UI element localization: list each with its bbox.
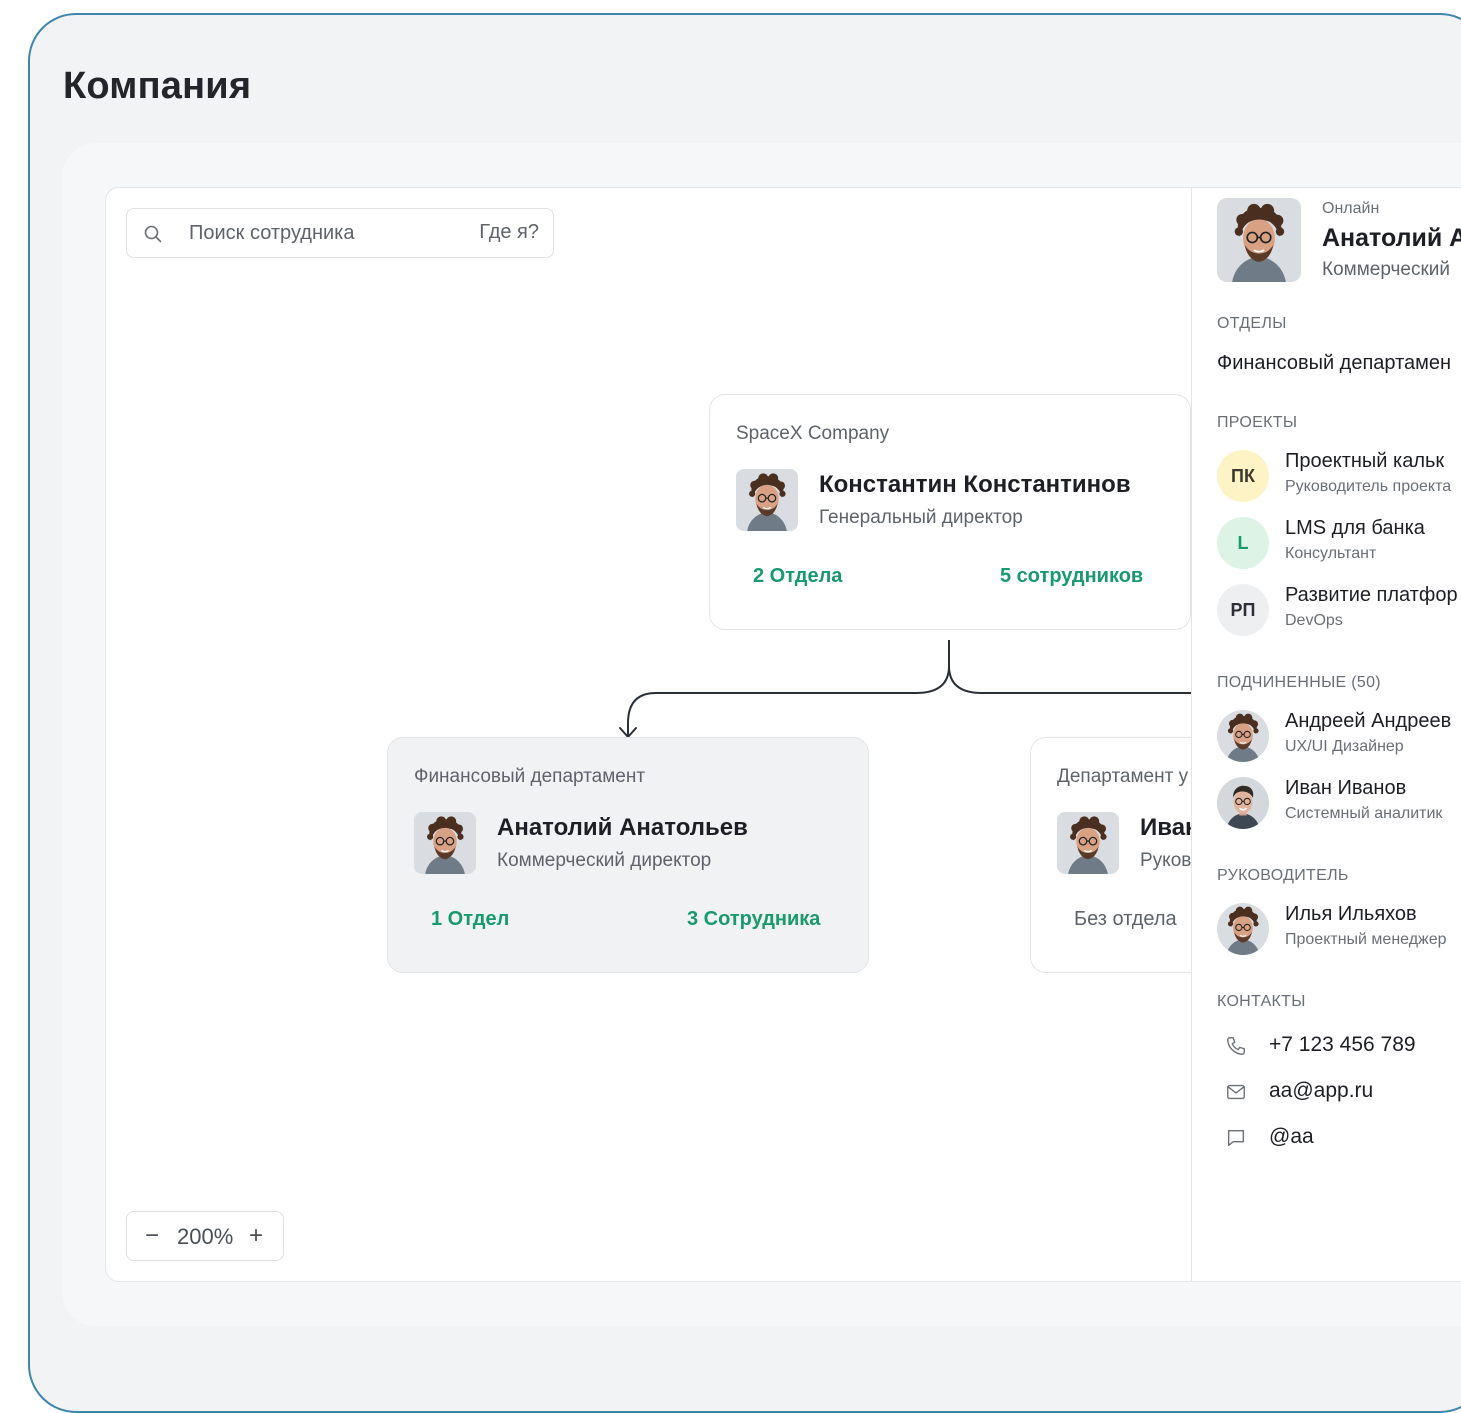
project-badge: ПК (1217, 450, 1269, 502)
project-item[interactable]: L LMS для банка Консультант (1217, 517, 1461, 569)
employees-count-link[interactable]: 5 сотрудников (1000, 565, 1143, 588)
project-title: Развитие платфор (1285, 584, 1458, 606)
employee-details-panel: Онлайн Анатолий А Коммерческий Отделы Фи… (1191, 188, 1461, 1281)
phone-icon (1227, 1037, 1245, 1055)
node-person-role: Генеральный директор (819, 507, 1023, 528)
no-department-label: Без отдела (1074, 908, 1177, 930)
email-address: aa@app.ru (1269, 1079, 1374, 1102)
avatar (1217, 198, 1301, 282)
contact-email[interactable]: aa@app.ru (1217, 1077, 1461, 1107)
node-person-role: Коммерческий директор (497, 850, 712, 871)
zoom-control: − 200% + (126, 1211, 284, 1261)
subordinate-role: Системный аналитик (1285, 805, 1443, 822)
employee-role: Коммерческий (1322, 259, 1450, 280)
project-title: Проектный кальк (1285, 450, 1445, 472)
department-link[interactable]: Финансовый департамен (1217, 352, 1451, 375)
node-company: SpaceX Company (736, 423, 890, 444)
avatar (736, 469, 798, 531)
project-role: Руководитель проекта (1285, 478, 1452, 495)
manager-item[interactable]: Илья Ильяхов Проектный менеджер (1217, 903, 1461, 955)
section-contacts-heading: Контакты (1217, 993, 1306, 1010)
page-title: Компания (63, 65, 252, 107)
section-manager-heading: Руководитель (1217, 867, 1349, 884)
org-chart-canvas[interactable]: Где я? SpaceX Company Константин Констан… (105, 187, 1461, 1282)
avatar (1217, 777, 1269, 829)
zoom-level: 200% (177, 1224, 234, 1249)
employee-name: Анатолий А (1322, 224, 1461, 252)
project-role: DevOps (1285, 612, 1343, 629)
manager-name: Илья Ильяхов (1285, 903, 1417, 925)
subordinate-item[interactable]: Иван Иванов Системный аналитик (1217, 777, 1461, 829)
app-frame: Компания Где я? SpaceX Company Константи… (28, 13, 1461, 1413)
employees-count-link[interactable]: 3 Сотрудника (687, 908, 820, 931)
node-person-name: Анатолий Анатольев (497, 814, 748, 841)
departments-count-link[interactable]: 2 Отдела (753, 565, 842, 588)
node-person-name: Константин Константинов (819, 471, 1131, 498)
zoom-in-button[interactable]: + (249, 1222, 263, 1250)
node-department: Финансовый департамент (414, 766, 646, 787)
section-departments-heading: Отделы (1217, 315, 1287, 332)
departments-count-link[interactable]: 1 Отдел (431, 908, 509, 931)
project-title: LMS для банка (1285, 517, 1425, 539)
contact-phone[interactable]: +7 123 456 789 (1217, 1031, 1461, 1061)
zoom-out-button[interactable]: − (145, 1222, 159, 1250)
chat-icon (1227, 1129, 1245, 1147)
phone-number: +7 123 456 789 (1269, 1033, 1416, 1056)
section-subordinates-heading: Подчиненные (50) (1217, 674, 1381, 691)
node-person-role: Руков (1140, 850, 1192, 871)
subordinate-name: Андреей Андреев (1285, 710, 1452, 732)
subordinate-role: UX/UI Дизайнер (1285, 738, 1404, 755)
mail-icon (1227, 1084, 1245, 1100)
online-status: Онлайн (1322, 200, 1380, 217)
project-badge: L (1217, 517, 1269, 569)
org-node-ceo[interactable]: SpaceX Company Константин Константинов Г… (709, 394, 1191, 630)
section-projects-heading: Проекты (1217, 414, 1298, 431)
project-item[interactable]: ПК Проектный кальк Руководитель проекта (1217, 450, 1461, 502)
avatar (414, 812, 476, 874)
subordinate-item[interactable]: Андреей Андреев UX/UI Дизайнер (1217, 710, 1461, 762)
org-node-finance[interactable]: Финансовый департамент Анатолий Анатолье… (387, 737, 869, 973)
chat-handle: @aa (1269, 1125, 1314, 1148)
node-department: Департамент у (1057, 766, 1189, 787)
project-role: Консультант (1285, 545, 1377, 562)
project-badge: РП (1217, 584, 1269, 636)
project-item[interactable]: РП Развитие платфор DevOps (1217, 584, 1461, 636)
manager-role: Проектный менеджер (1285, 931, 1447, 948)
contact-chat[interactable]: @aa (1217, 1123, 1461, 1153)
subordinate-name: Иван Иванов (1285, 777, 1407, 799)
avatar (1217, 903, 1269, 955)
avatar (1217, 710, 1269, 762)
avatar (1057, 812, 1119, 874)
